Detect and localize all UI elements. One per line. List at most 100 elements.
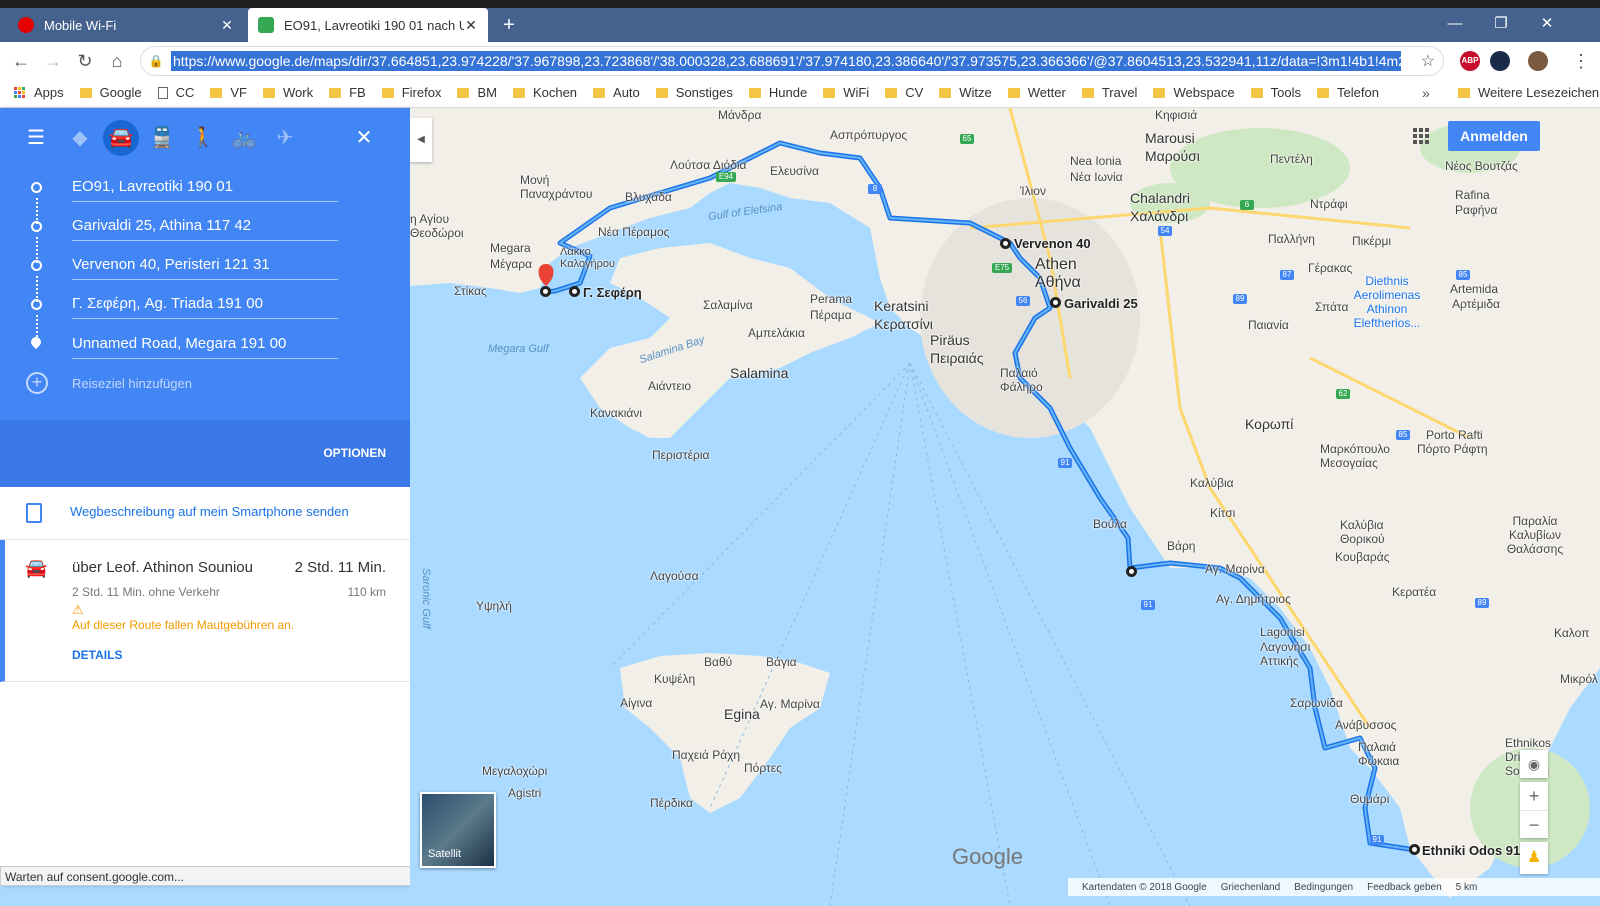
bookmarks-overflow-button[interactable]: » bbox=[1422, 78, 1430, 108]
waypoint-marker[interactable] bbox=[569, 286, 580, 297]
google-apps-icon[interactable] bbox=[1413, 128, 1429, 144]
maximize-button[interactable]: ❐ bbox=[1478, 8, 1524, 38]
tab-mobile-wifi[interactable]: Mobile Wi-Fi ✕ bbox=[8, 8, 244, 42]
waypoint-marker[interactable] bbox=[1050, 297, 1061, 308]
menu-icon[interactable]: ☰ bbox=[18, 120, 54, 156]
place-label: Κερατσίνι bbox=[874, 316, 933, 332]
bookmark-webspace[interactable]: Webspace bbox=[1153, 85, 1235, 100]
waypoint-input[interactable]: Garivaldi 25, Athina 117 42 bbox=[72, 215, 338, 241]
bookmark-travel[interactable]: Travel bbox=[1081, 85, 1137, 100]
bookmark-work[interactable]: Work bbox=[262, 85, 314, 100]
zoom-out-button[interactable]: − bbox=[1520, 810, 1548, 838]
driving-icon[interactable]: 🚘 bbox=[103, 120, 139, 156]
bookmark-tools[interactable]: Tools bbox=[1250, 85, 1301, 100]
travel-modes: ☰ ◆ 🚘 🚆 🚶 🚲 ✈ ✕ bbox=[0, 120, 410, 160]
bookmark-star-icon[interactable]: ☆ bbox=[1421, 51, 1435, 71]
extension-shield-icon[interactable] bbox=[1490, 51, 1510, 71]
waypoint-4[interactable]: Γ. Σεφέρη, Ag. Triada 191 00 bbox=[0, 287, 410, 327]
waypoint-circle-icon bbox=[31, 182, 42, 193]
satellite-toggle[interactable]: Satellit bbox=[420, 792, 496, 868]
home-button[interactable]: ⌂ bbox=[104, 48, 130, 74]
best-route-icon[interactable]: ◆ bbox=[62, 120, 98, 156]
options-button[interactable]: OPTIONEN bbox=[323, 446, 386, 460]
bookmark-wifi[interactable]: WiFi bbox=[823, 85, 869, 100]
url-text[interactable]: https://www.google.de/maps/dir/37.664851… bbox=[171, 51, 1401, 71]
back-button[interactable]: ← bbox=[8, 48, 34, 74]
bookmark-label: CV bbox=[905, 85, 924, 100]
minimize-button[interactable]: — bbox=[1432, 8, 1478, 38]
waypoint-marker[interactable] bbox=[1126, 566, 1137, 577]
place-label: Βάγια bbox=[766, 655, 797, 669]
bookmark-label: Sonstiges bbox=[675, 85, 733, 100]
waypoint-marker[interactable] bbox=[1409, 844, 1420, 855]
bookmark-auto[interactable]: Auto bbox=[593, 85, 640, 100]
bookmark-cv[interactable]: CV bbox=[885, 85, 923, 100]
collapse-panel-button[interactable]: ◀ bbox=[410, 118, 432, 162]
place-label: Κίτσι bbox=[1210, 506, 1236, 520]
waypoint-origin[interactable]: EO91, Lavreotiki 190 01 bbox=[0, 170, 410, 210]
waypoint-marker[interactable] bbox=[540, 286, 551, 297]
feedback-link[interactable]: Feedback geben bbox=[1367, 882, 1442, 893]
waypoint-marker[interactable] bbox=[1000, 238, 1011, 249]
close-window-button[interactable]: ✕ bbox=[1524, 8, 1570, 38]
waypoint-input[interactable]: Unnamed Road, Megara 191 00 bbox=[72, 333, 338, 359]
folder-icon bbox=[1153, 87, 1166, 98]
waypoint-input[interactable]: Γ. Σεφέρη, Ag. Triada 191 00 bbox=[72, 293, 338, 319]
close-icon[interactable]: ✕ bbox=[464, 17, 478, 34]
bookmark-fb[interactable]: FB bbox=[329, 85, 366, 100]
bookmark-vf[interactable]: VF bbox=[210, 85, 247, 100]
my-location-button[interactable]: ◉ bbox=[1520, 750, 1548, 778]
bookmark-label: Work bbox=[282, 85, 314, 100]
tab-google-maps[interactable]: EO91, Lavreotiki 190 01 nach Unnamed Roa… bbox=[248, 8, 488, 42]
details-button[interactable]: DETAILS bbox=[72, 648, 122, 662]
bookmark-telefon[interactable]: Telefon bbox=[1317, 85, 1379, 100]
place-label: Κερατέα bbox=[1392, 585, 1437, 599]
adblock-plus-icon[interactable]: ABP bbox=[1460, 51, 1480, 71]
bookmark-bm[interactable]: BM bbox=[457, 85, 497, 100]
waypoint-input[interactable]: Vervenon 40, Peristeri 121 31 bbox=[72, 254, 338, 280]
zoom-in-button[interactable]: + bbox=[1520, 782, 1548, 810]
bookmark-kochen[interactable]: Kochen bbox=[512, 85, 577, 100]
airport-label[interactable]: Diethnis Aerolimenas Athinon Eleftherios… bbox=[1347, 274, 1427, 330]
pegman-icon[interactable]: ♟ bbox=[1520, 842, 1548, 874]
waypoint-3[interactable]: Vervenon 40, Peristeri 121 31 bbox=[0, 248, 410, 288]
bookmark-apps[interactable]: Apps bbox=[14, 85, 64, 100]
terms-link[interactable]: Bedingungen bbox=[1294, 882, 1353, 893]
place-label: Artemida bbox=[1450, 282, 1499, 296]
forward-button[interactable]: → bbox=[40, 48, 66, 74]
sign-in-button[interactable]: Anmelden bbox=[1448, 121, 1540, 151]
bookmark-firefox[interactable]: Firefox bbox=[381, 85, 441, 100]
bookmark-wetter[interactable]: Wetter bbox=[1007, 85, 1066, 100]
route-option[interactable]: 🚘 über Leof. Athinon Souniou 2 Std. 11 M… bbox=[0, 540, 410, 682]
close-icon[interactable]: ✕ bbox=[220, 17, 234, 34]
waypoint-destination[interactable]: Unnamed Road, Megara 191 00 bbox=[0, 327, 410, 367]
send-to-phone-row[interactable]: Wegbeschreibung auf mein Smartphone send… bbox=[0, 487, 410, 540]
address-bar[interactable]: 🔒 https://www.google.de/maps/dir/37.6648… bbox=[140, 46, 1444, 76]
transit-icon[interactable]: 🚆 bbox=[144, 120, 180, 156]
waypoint-2[interactable]: Garivaldi 25, Athina 117 42 bbox=[0, 209, 410, 249]
waypoint-input[interactable]: EO91, Lavreotiki 190 01 bbox=[72, 176, 338, 202]
scale-label[interactable]: 5 km bbox=[1456, 882, 1478, 893]
bookmark-hunde[interactable]: Hunde bbox=[748, 85, 807, 100]
close-directions-icon[interactable]: ✕ bbox=[346, 120, 382, 156]
place-label: Γέρακας bbox=[1308, 261, 1353, 275]
flight-icon[interactable]: ✈ bbox=[267, 120, 303, 156]
walking-icon[interactable]: 🚶 bbox=[185, 120, 221, 156]
avatar[interactable] bbox=[1528, 51, 1548, 71]
send-to-phone-link[interactable]: Wegbeschreibung auf mein Smartphone send… bbox=[70, 504, 349, 519]
reload-button[interactable]: ↻ bbox=[72, 48, 98, 74]
directions-panel: ☰ ◆ 🚘 🚆 🚶 🚲 ✈ ✕ EO91, Lavreotiki 190 01 … bbox=[0, 108, 410, 886]
menu-icon[interactable]: ⋮ bbox=[1568, 48, 1594, 74]
country-link[interactable]: Griechenland bbox=[1221, 882, 1280, 893]
bookmark-sonstiges[interactable]: Sonstiges bbox=[655, 85, 733, 100]
route-time: 2 Std. 11 Min. bbox=[294, 559, 386, 576]
bookmark-witze[interactable]: Witze bbox=[939, 85, 992, 100]
bookmark-cc[interactable]: CC bbox=[157, 85, 194, 100]
bookmark-google[interactable]: Google bbox=[79, 85, 142, 100]
cycling-icon[interactable]: 🚲 bbox=[226, 120, 262, 156]
lock-icon[interactable]: 🔒 bbox=[141, 54, 171, 68]
place-label: Πέραμα bbox=[810, 308, 852, 322]
new-tab-button[interactable]: + bbox=[498, 14, 520, 36]
other-bookmarks[interactable]: Weitere Lesezeichen bbox=[1458, 78, 1599, 108]
map-canvas[interactable]: ◀ Anmelden Vervenon 40 Garivaldi 25 Γ. Σ… bbox=[410, 108, 1600, 906]
